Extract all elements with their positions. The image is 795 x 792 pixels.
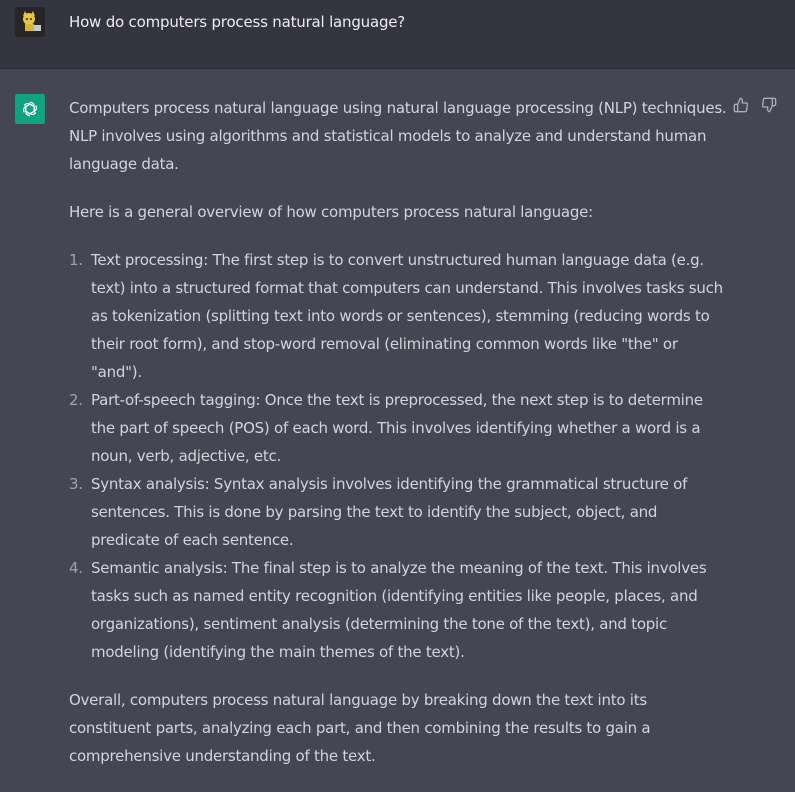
list-item-text: Text processing: The first step is to co… (91, 251, 723, 381)
list-item-number: 1. (69, 251, 83, 269)
user-message-text: How do computers process natural languag… (69, 13, 406, 31)
user-message-row: How do computers process natural languag… (0, 0, 795, 69)
conclusion-paragraph: Overall, computers process natural langu… (69, 691, 651, 765)
list-item: 1. Text processing: The first step is to… (69, 246, 729, 386)
steps-list: 1. Text processing: The first step is to… (69, 246, 729, 666)
list-item-number: 4. (69, 559, 83, 577)
list-item: 3. Syntax analysis: Syntax analysis invo… (69, 470, 729, 554)
list-item-number: 2. (69, 391, 83, 409)
openai-logo-icon (15, 94, 45, 124)
list-item: 4. Semantic analysis: The final step is … (69, 554, 729, 666)
list-item-text: Part-of-speech tagging: Once the text is… (91, 391, 703, 465)
assistant-message-row: Computers process natural language using… (0, 69, 795, 792)
intro-paragraph: Computers process natural language using… (69, 99, 727, 173)
assistant-message-content: Computers process natural language using… (69, 94, 729, 770)
thumbs-up-icon[interactable] (733, 97, 749, 113)
overview-paragraph: Here is a general overview of how comput… (69, 203, 593, 221)
user-avatar-icon (15, 7, 45, 37)
list-item-text: Semantic analysis: The final step is to … (91, 559, 707, 661)
list-item-text: Syntax analysis: Syntax analysis involve… (91, 475, 688, 549)
list-item-number: 3. (69, 475, 83, 493)
thumbs-down-icon[interactable] (761, 97, 777, 113)
list-item: 2. Part-of-speech tagging: Once the text… (69, 386, 729, 470)
